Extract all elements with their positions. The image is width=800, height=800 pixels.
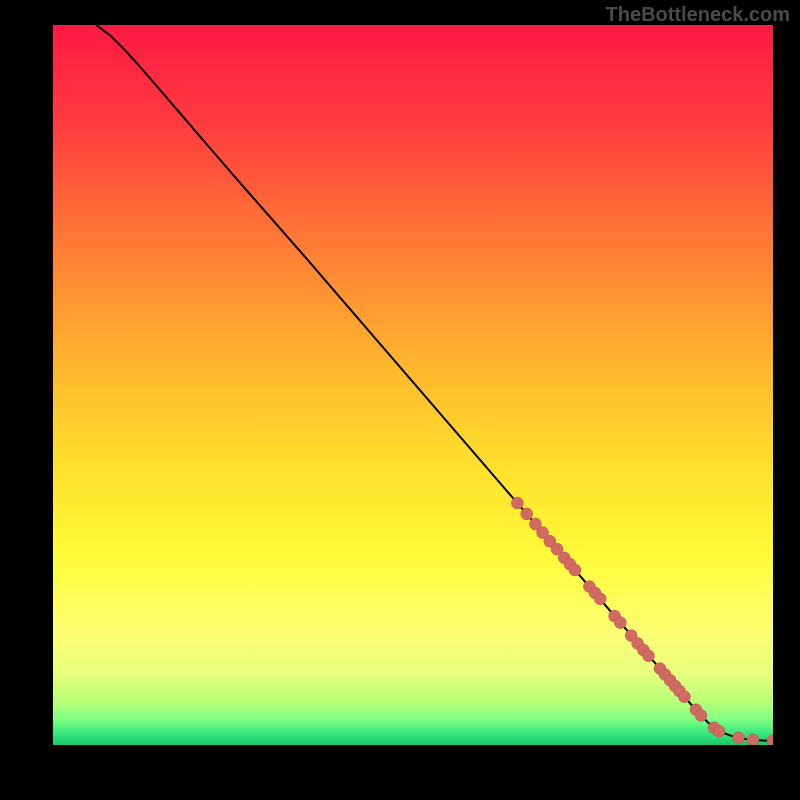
data-marker [521,508,533,520]
data-marker [642,650,654,662]
chart-svg [53,25,773,745]
data-marker [511,497,523,509]
frame-mask-right [773,0,800,800]
data-marker [569,564,581,576]
chart-plot-area [53,25,773,745]
data-marker [614,617,626,629]
data-marker [594,593,606,605]
data-marker [678,691,690,703]
data-marker [695,709,707,721]
frame-mask-left [0,0,53,800]
watermark-text: TheBottleneck.com [606,4,790,27]
data-marker [732,732,744,744]
data-marker [713,725,725,737]
chart-background [53,25,773,745]
data-marker [747,734,759,745]
frame-mask-bottom [0,745,800,800]
